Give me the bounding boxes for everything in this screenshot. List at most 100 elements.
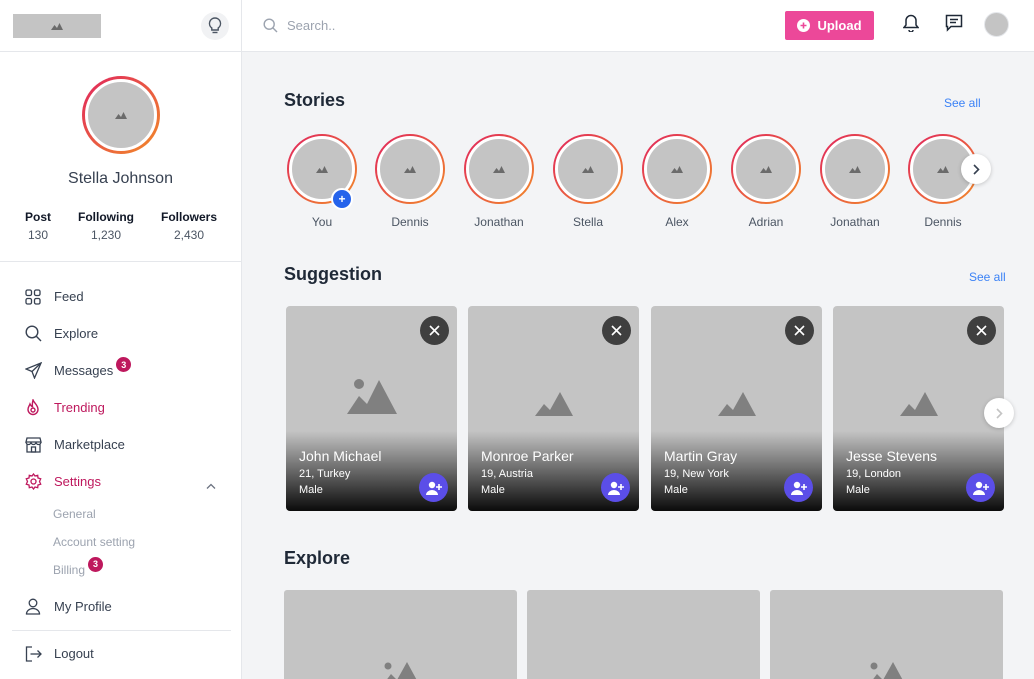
stories-see-all-link[interactable]: See all xyxy=(944,96,981,110)
profile-avatar[interactable] xyxy=(81,76,160,154)
story-name: Dennis xyxy=(391,215,429,229)
chat-icon[interactable] xyxy=(945,14,963,37)
theme-bulb-button[interactable] xyxy=(201,11,229,40)
upload-button[interactable]: Upload xyxy=(785,11,874,40)
explore-tile[interactable] xyxy=(770,590,1003,679)
image-placeholder-icon xyxy=(286,374,457,414)
suggestion-name: Jesse Stevens xyxy=(846,448,938,464)
close-icon xyxy=(611,325,622,336)
profile-card: Stella Johnson Post 130 Following 1,230 … xyxy=(0,52,241,242)
stat-value: 1,230 xyxy=(90,228,122,242)
billing-badge: 3 xyxy=(88,556,104,572)
stat-followers[interactable]: Followers 2,430 xyxy=(161,210,217,242)
sidebar-item-label: Messages xyxy=(54,363,114,378)
suggestion-location: 21, Turkey xyxy=(299,468,351,480)
add-friend-button[interactable] xyxy=(419,473,448,502)
image-placeholder-icon xyxy=(284,660,517,679)
suggestion-card[interactable]: Jesse Stevens 19, London Male xyxy=(833,306,1004,511)
suggestion-location: 19, London xyxy=(846,468,902,480)
profile-stats: Post 130 Following 1,230 Followers 2,430 xyxy=(0,210,241,242)
settings-sub-general[interactable]: General xyxy=(24,500,224,528)
story-item[interactable]: Adrian xyxy=(730,134,802,229)
add-user-icon xyxy=(972,481,989,495)
explore-tile[interactable] xyxy=(284,590,517,679)
chevron-right-icon xyxy=(995,407,1003,419)
chevron-right-icon xyxy=(972,163,980,175)
close-icon xyxy=(429,325,440,336)
suggestion-next-button[interactable] xyxy=(984,398,1014,428)
sidebar-item-marketplace[interactable]: Marketplace xyxy=(24,426,224,463)
app-logo[interactable] xyxy=(13,13,101,38)
stat-label: Post xyxy=(25,210,52,224)
settings-sub-billing[interactable]: Billing 3 xyxy=(24,556,224,584)
sidebar-item-logout[interactable]: Logout xyxy=(24,635,224,672)
stories-next-button[interactable] xyxy=(961,154,991,184)
dismiss-button[interactable] xyxy=(967,316,996,345)
suggestion-card[interactable]: Martin Gray 19, New York Male xyxy=(651,306,822,511)
search-icon xyxy=(263,18,278,33)
story-item[interactable]: Alex xyxy=(641,134,713,229)
sub-label: General xyxy=(53,507,96,521)
story-item[interactable]: Dennis xyxy=(374,134,446,229)
sidebar-item-settings[interactable]: Settings xyxy=(24,463,224,500)
add-friend-button[interactable] xyxy=(601,473,630,502)
suggestion-gender: Male xyxy=(481,484,505,496)
search-input[interactable] xyxy=(287,18,587,33)
image-placeholder-icon xyxy=(833,390,1004,416)
add-story-icon[interactable]: + xyxy=(331,188,353,210)
suggestion-location: 19, New York xyxy=(664,468,729,480)
stat-following[interactable]: Following 1,230 xyxy=(78,210,134,242)
close-icon xyxy=(976,325,987,336)
sidebar-top xyxy=(0,0,241,52)
stat-posts[interactable]: Post 130 xyxy=(25,210,51,242)
story-item[interactable]: + You xyxy=(286,134,358,229)
suggestion-name: Monroe Parker xyxy=(481,448,574,464)
add-user-icon xyxy=(607,481,624,495)
divider xyxy=(12,630,231,631)
main-content: Stories See all + You Dennis Jonathan St… xyxy=(242,52,1034,679)
grid-icon xyxy=(24,288,42,306)
story-item[interactable]: Stella xyxy=(552,134,624,229)
suggestion-see-all-link[interactable]: See all xyxy=(969,270,1006,284)
sidebar-item-label: Logout xyxy=(54,646,94,661)
story-name: Jonathan xyxy=(830,215,880,229)
sidebar-item-label: Feed xyxy=(54,289,84,304)
suggestion-gender: Male xyxy=(664,484,688,496)
top-header: Upload xyxy=(242,0,1034,52)
sidebar-item-feed[interactable]: Feed xyxy=(24,278,224,315)
sidebar-item-label: Explore xyxy=(54,326,99,341)
suggestion-title: Suggestion xyxy=(284,264,382,284)
image-placeholder-icon xyxy=(770,660,1003,679)
dismiss-button[interactable] xyxy=(420,316,449,345)
sidebar-item-explore[interactable]: Explore xyxy=(24,315,224,352)
sidebar-item-trending[interactable]: Trending xyxy=(24,389,224,426)
sidebar-item-label: Settings xyxy=(54,474,101,489)
add-user-icon xyxy=(425,481,442,495)
sub-label: Account setting xyxy=(53,535,136,549)
story-item[interactable]: Jonathan xyxy=(463,134,535,229)
header-avatar[interactable] xyxy=(984,12,1009,37)
store-icon xyxy=(24,436,42,454)
explore-tile[interactable] xyxy=(527,590,760,679)
story-name: Stella xyxy=(572,215,604,229)
suggestion-card[interactable]: Monroe Parker 19, Austria Male xyxy=(468,306,639,511)
suggestion-location: 19, Austria xyxy=(481,468,533,480)
sidebar-item-messages[interactable]: Messages 3 xyxy=(24,352,224,389)
sidebar: Stella Johnson Post 130 Following 1,230 … xyxy=(0,0,242,679)
add-friend-button[interactable] xyxy=(966,473,995,502)
chevron-up-icon[interactable] xyxy=(206,477,216,492)
settings-sub-account[interactable]: Account setting xyxy=(24,528,224,556)
sidebar-nav: Feed Explore Messages 3 Trending Marketp… xyxy=(24,278,224,672)
bell-icon[interactable] xyxy=(902,14,920,37)
image-placeholder-icon xyxy=(651,390,822,416)
dismiss-button[interactable] xyxy=(602,316,631,345)
search-icon xyxy=(24,325,42,343)
sidebar-item-label: My Profile xyxy=(54,599,112,614)
add-friend-button[interactable] xyxy=(784,473,813,502)
sidebar-item-my-profile[interactable]: My Profile xyxy=(24,588,224,625)
add-user-icon xyxy=(790,481,807,495)
dismiss-button[interactable] xyxy=(785,316,814,345)
suggestion-card[interactable]: John Michael 21, Turkey Male xyxy=(286,306,457,511)
user-icon xyxy=(24,598,42,616)
story-item[interactable]: Jonathan xyxy=(819,134,891,229)
